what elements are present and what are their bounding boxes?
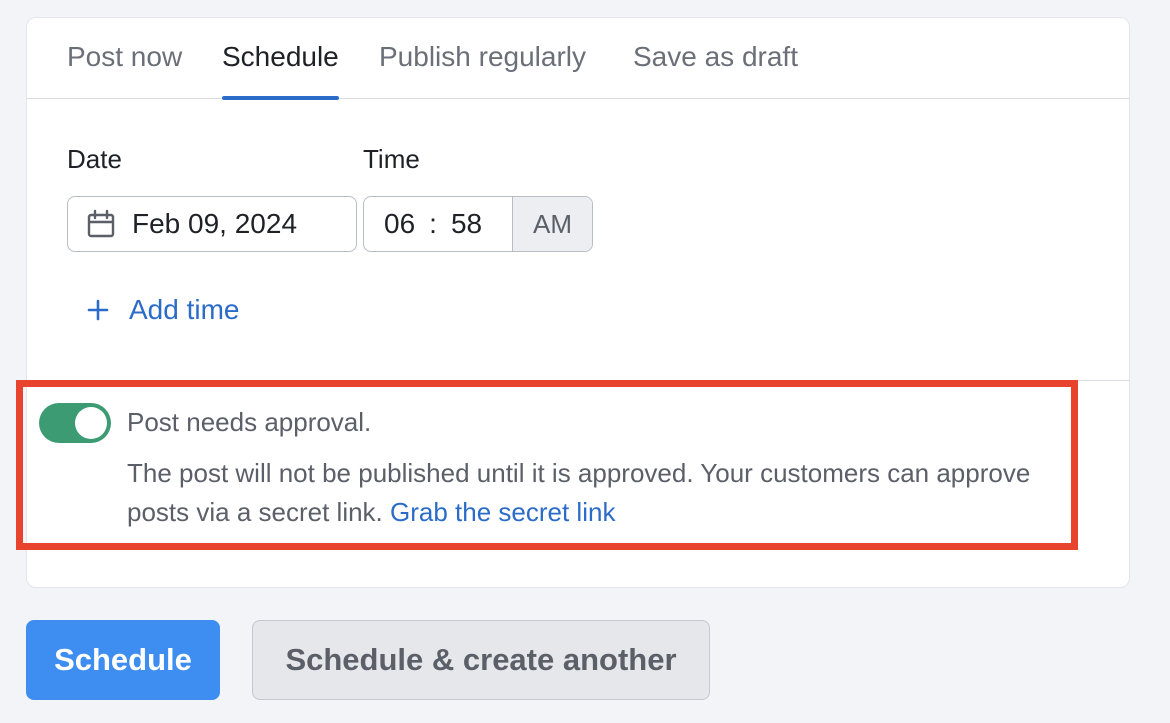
approval-toggle[interactable]	[39, 403, 111, 443]
add-time-label: Add time	[129, 294, 240, 325]
date-label: Date	[67, 144, 122, 174]
tab-save-as-draft[interactable]: Save as draft	[633, 40, 798, 99]
add-time-button[interactable]: Add time	[87, 294, 240, 326]
approval-title: Post needs approval.	[127, 407, 372, 437]
am-pm-toggle[interactable]: AM	[512, 197, 592, 251]
schedule-button[interactable]: Schedule	[26, 620, 220, 700]
time-minute[interactable]: 58	[451, 208, 482, 240]
date-picker-input[interactable]: Feb 09, 2024	[67, 196, 357, 252]
publish-mode-tabs: Post now Schedule Publish regularly Save…	[27, 18, 1129, 100]
time-separator: :	[429, 208, 437, 239]
time-hour[interactable]: 06	[384, 208, 415, 240]
grab-secret-link[interactable]: Grab the secret link	[390, 497, 615, 527]
tab-publish-regularly[interactable]: Publish regularly	[379, 40, 586, 99]
time-label: Time	[363, 144, 420, 174]
approval-description: The post will not be published until it …	[127, 454, 1067, 532]
date-value: Feb 09, 2024	[132, 208, 298, 239]
schedule-and-create-another-button[interactable]: Schedule & create another	[252, 620, 710, 700]
plus-icon	[87, 295, 109, 325]
time-picker-input[interactable]: 06 : 58 AM	[363, 196, 593, 252]
calendar-icon	[86, 209, 116, 239]
tab-post-now[interactable]: Post now	[67, 40, 182, 99]
toggle-knob	[75, 407, 107, 439]
tab-schedule[interactable]: Schedule	[222, 40, 339, 100]
